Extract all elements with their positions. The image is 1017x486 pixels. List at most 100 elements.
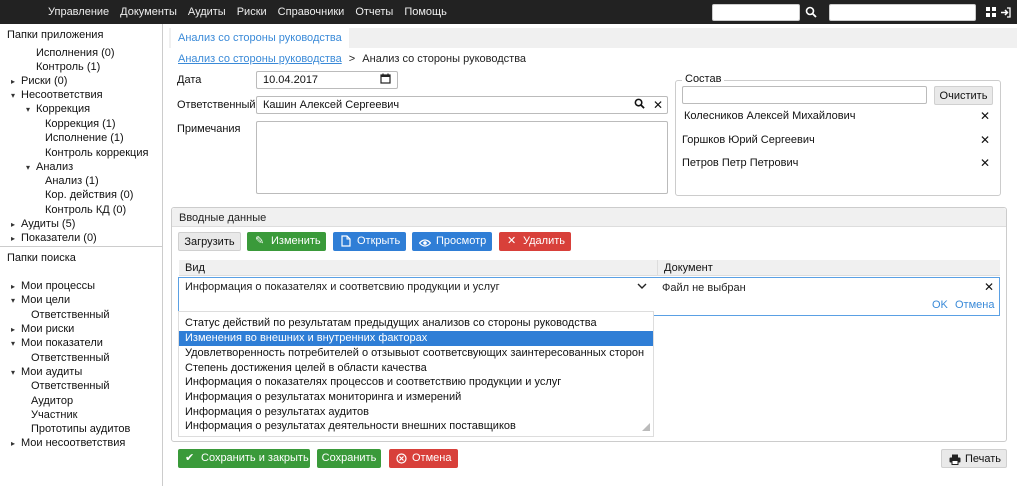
- sidebar-item-analysis-group[interactable]: ▾ Анализ: [26, 161, 73, 174]
- sidebar-item-audit-prototypes[interactable]: Прототипы аудитов: [31, 423, 130, 436]
- tab-management-review[interactable]: Анализ со стороны руководства: [171, 28, 349, 48]
- sidebar-item-my-processes[interactable]: ▸ Мои процессы: [11, 280, 95, 293]
- sidebar-item-correction[interactable]: Коррекция (1): [45, 118, 116, 131]
- remove-member-icon[interactable]: ✕: [980, 133, 990, 147]
- sidebar-item-indicators-responsible[interactable]: Ответственный: [31, 352, 110, 365]
- caret-right-icon: ▸: [11, 77, 16, 86]
- top-navbar: Управление Документы Аудиты Риски Справо…: [0, 0, 1017, 24]
- sidebar-item-nonconformities[interactable]: ▾ Несоответствия: [11, 89, 103, 102]
- responsible-label: Ответственный: [177, 99, 256, 111]
- app-folders-title: Папки приложения: [7, 29, 104, 41]
- member-name: Колесников Алексей Михайлович: [684, 110, 856, 122]
- sidebar: Папки приложения Исполнения (0) Контроль…: [0, 24, 163, 486]
- composition-input[interactable]: [682, 86, 927, 104]
- menu-item-audits[interactable]: Аудиты: [188, 0, 226, 24]
- search-icon[interactable]: [802, 3, 820, 21]
- menu-item-risks[interactable]: Риски: [237, 0, 267, 24]
- sidebar-item-risks[interactable]: ▸ Риски (0): [11, 75, 67, 88]
- notes-textarea[interactable]: [256, 121, 668, 194]
- dropdown-option[interactable]: Информация о результатах аудитов: [179, 405, 653, 420]
- top-search-input[interactable]: [712, 4, 800, 21]
- load-button[interactable]: Загрузить: [178, 232, 241, 251]
- dropdown-option[interactable]: Степень достижения целей в области качес…: [179, 361, 653, 376]
- breadcrumb-separator: >: [348, 53, 356, 65]
- caret-down-icon: ▾: [26, 163, 31, 172]
- user-field[interactable]: [829, 4, 976, 21]
- ok-link[interactable]: OK: [932, 299, 948, 311]
- sidebar-item-execution[interactable]: Исполнение (1): [45, 132, 124, 145]
- caret-right-icon: ▸: [11, 234, 16, 243]
- dropdown-option[interactable]: Удовлетворенность потребителей о отзывыо…: [179, 346, 653, 361]
- sidebar-item-corrective-actions[interactable]: Кор. действия (0): [45, 189, 133, 202]
- column-header-kind[interactable]: Вид: [179, 260, 657, 276]
- clear-document-icon[interactable]: ✕: [984, 280, 994, 294]
- kind-select[interactable]: Информация о показателях и соответсвию п…: [179, 278, 657, 297]
- pencil-icon: ✎: [255, 235, 265, 247]
- cancel-circle-icon: [396, 452, 407, 471]
- sidebar-item-correction-control[interactable]: Контроль коррекция: [45, 147, 148, 160]
- sidebar-item-my-risks[interactable]: ▸ Мои риски: [11, 323, 74, 336]
- caret-right-icon: ▸: [11, 282, 16, 291]
- logout-icon[interactable]: [996, 3, 1014, 21]
- caret-right-icon: ▸: [11, 439, 16, 448]
- sidebar-item-audits[interactable]: ▸ Аудиты (5): [11, 218, 75, 231]
- dropdown-option[interactable]: Информация о результатах деятельности вн…: [179, 419, 653, 434]
- breadcrumb-link[interactable]: Анализ со стороны руководства: [178, 53, 342, 65]
- sidebar-item-goals-responsible[interactable]: Ответственный: [31, 309, 110, 322]
- menu-item-management[interactable]: Управление: [48, 0, 109, 24]
- date-label: Дата: [177, 74, 202, 86]
- dropdown-option[interactable]: Информация о результатах мониторинга и и…: [179, 390, 653, 405]
- responsible-field[interactable]: Кашин Алексей Сергеевич ✕: [256, 96, 668, 114]
- breadcrumb: Анализ со стороны руководства > Анализ с…: [178, 53, 526, 65]
- delete-button[interactable]: ✕ Удалить: [499, 232, 571, 251]
- resize-handle-icon[interactable]: [642, 422, 650, 434]
- print-button[interactable]: Печать: [941, 449, 1007, 468]
- cancel-button[interactable]: Отмена: [389, 449, 458, 468]
- sidebar-item-correction-group[interactable]: ▾ Коррекция: [26, 103, 90, 116]
- sidebar-item-my-goals[interactable]: ▾ Мои цели: [11, 294, 70, 307]
- caret-down-icon: ▾: [11, 91, 16, 100]
- search-folders-title: Папки поиска: [7, 252, 76, 264]
- calendar-icon[interactable]: [380, 73, 391, 89]
- kind-dropdown-list: Статус действий по результатам предыдущи…: [178, 311, 654, 437]
- remove-member-icon[interactable]: ✕: [980, 156, 990, 170]
- menu-item-reports[interactable]: Отчеты: [355, 0, 393, 24]
- sidebar-item-analysis[interactable]: Анализ (1): [45, 175, 99, 188]
- chevron-down-icon[interactable]: [636, 280, 648, 295]
- member-name: Горшков Юрий Сергеевич: [682, 134, 815, 146]
- panel-header: Вводные данные: [172, 208, 1006, 227]
- sidebar-item-my-indicators[interactable]: ▾ Мои показатели: [11, 337, 103, 350]
- menu-item-documents[interactable]: Документы: [120, 0, 177, 24]
- sidebar-item-control[interactable]: Контроль (1): [36, 61, 100, 74]
- member-name: Петров Петр Петрович: [682, 157, 799, 169]
- sidebar-item-audits-responsible[interactable]: Ответственный: [31, 380, 110, 393]
- document-value: Файл не выбран: [662, 282, 746, 294]
- sidebar-item-executions[interactable]: Исполнения (0): [36, 47, 115, 60]
- search-icon[interactable]: [634, 98, 645, 114]
- dropdown-option[interactable]: Информация о показателях процессов и соо…: [179, 375, 653, 390]
- open-button[interactable]: Открыть: [333, 232, 406, 251]
- dropdown-option-highlighted[interactable]: Изменения во внешних и внутренних фактор…: [179, 331, 653, 346]
- save-button[interactable]: Сохранить: [317, 449, 381, 468]
- sidebar-item-auditor[interactable]: Аудитор: [31, 395, 73, 408]
- view-button[interactable]: Просмотр: [412, 232, 492, 251]
- remove-member-icon[interactable]: ✕: [980, 109, 990, 123]
- date-field[interactable]: 10.04.2017: [256, 71, 398, 89]
- sidebar-item-my-audits[interactable]: ▾ Мои аудиты: [11, 366, 82, 379]
- edit-button[interactable]: ✎ Изменить: [247, 232, 326, 251]
- sidebar-item-my-nonconformities[interactable]: ▸ Мои несоответствия: [11, 437, 125, 450]
- close-icon: ✕: [507, 235, 517, 247]
- save-and-close-button[interactable]: ✔ Сохранить и закрыть: [178, 449, 310, 468]
- menu-item-help[interactable]: Помощь: [404, 0, 447, 24]
- sidebar-item-participant[interactable]: Участник: [31, 409, 77, 422]
- caret-right-icon: ▸: [11, 325, 16, 334]
- sidebar-item-kd-control[interactable]: Контроль КД (0): [45, 204, 126, 217]
- eye-icon: [418, 236, 432, 255]
- cancel-link[interactable]: Отмена: [955, 299, 994, 311]
- clear-responsible-icon[interactable]: ✕: [653, 97, 663, 113]
- column-header-document[interactable]: Документ: [657, 260, 1000, 276]
- clear-button[interactable]: Очистить: [934, 86, 993, 105]
- dropdown-option[interactable]: Статус действий по результатам предыдущи…: [179, 316, 653, 331]
- menu-item-directories[interactable]: Справочники: [278, 0, 345, 24]
- sidebar-item-indicators[interactable]: ▸ Показатели (0): [11, 232, 97, 245]
